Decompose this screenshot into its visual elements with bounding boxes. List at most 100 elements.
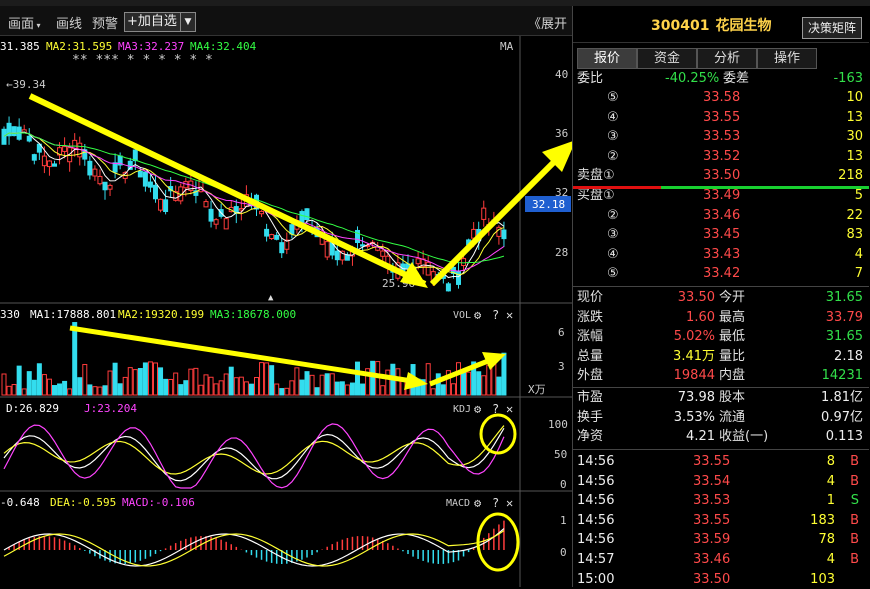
candle-body bbox=[344, 254, 350, 261]
weicha-label: 委差 bbox=[723, 71, 750, 86]
stat-value-2: 33.79 bbox=[825, 309, 863, 325]
candle-body bbox=[279, 242, 285, 254]
volume-bar bbox=[203, 374, 209, 396]
fund-value: 4.21 bbox=[686, 429, 715, 445]
fund-label-2: 收益(一) bbox=[719, 429, 769, 445]
candle-body bbox=[259, 210, 265, 215]
stat-row: 现价 33.50 今开 31.65 bbox=[573, 288, 869, 307]
volume-bar bbox=[198, 384, 204, 396]
macd-line bbox=[3, 528, 505, 567]
vol-ma3: MA3:18678.000 bbox=[210, 308, 296, 321]
macd-dif: -0.648 bbox=[0, 496, 40, 509]
kdj-tick-0: 0 bbox=[560, 478, 567, 491]
vol-ma2: MA2:19320.199 bbox=[118, 308, 204, 321]
buy-level-label: ④ bbox=[607, 246, 619, 262]
tab-quote[interactable]: 报价 bbox=[577, 48, 637, 69]
volume-bar bbox=[476, 371, 482, 396]
volume-bar bbox=[122, 376, 128, 396]
huamian-menu[interactable]: 画面 ▾ bbox=[8, 13, 41, 32]
fund-value-2: 1.81亿 bbox=[821, 390, 863, 405]
sell-volume: 30 bbox=[846, 129, 863, 145]
sell-price: 33.52 bbox=[703, 148, 741, 164]
add-watchlist-dropdown[interactable]: ▼ bbox=[180, 12, 196, 32]
tick-volume: 4 bbox=[826, 552, 835, 567]
volume-bar bbox=[168, 378, 174, 396]
tab-operation[interactable]: 操作 bbox=[757, 48, 817, 69]
buy-row: ④ 33.43 4 bbox=[573, 245, 869, 264]
expand-button[interactable]: 《展开 bbox=[528, 13, 567, 32]
volume-bar bbox=[309, 374, 315, 396]
candle-body bbox=[1, 128, 7, 145]
weibi-value: -40.25% bbox=[665, 71, 720, 86]
volume-bar bbox=[279, 388, 285, 396]
volume-bar bbox=[36, 363, 42, 396]
tick-volume: 103 bbox=[810, 571, 835, 587]
buy-row: ② 33.46 22 bbox=[573, 206, 869, 225]
volume-bar bbox=[238, 376, 244, 396]
volume-bar bbox=[370, 360, 376, 396]
sell-volume: 13 bbox=[846, 148, 863, 164]
vol-panel-icons: ⚙ ? ✕ bbox=[474, 308, 513, 322]
volume-bar bbox=[77, 377, 83, 396]
sell-level-label: ④ bbox=[607, 109, 619, 125]
kdj-help-icon[interactable]: ? bbox=[492, 402, 499, 416]
kdj-highlight-circle bbox=[479, 413, 517, 455]
fund-label: 换手 bbox=[577, 409, 604, 425]
macd-help-icon[interactable]: ? bbox=[492, 496, 499, 510]
volume-bar bbox=[259, 362, 265, 396]
add-watchlist-button[interactable]: +加自选 bbox=[124, 12, 182, 32]
candle-body bbox=[142, 171, 148, 187]
tick-time: 14:56 bbox=[577, 454, 615, 469]
buy-price: 33.43 bbox=[703, 246, 741, 262]
macd-settings-icon[interactable]: ⚙ bbox=[474, 496, 482, 510]
stat-value: 33.50 bbox=[677, 290, 715, 305]
charts-svg[interactable]: 31.385 MA2:31.595 MA3:32.237 MA4:32.404 … bbox=[0, 36, 572, 587]
candle-body bbox=[324, 241, 330, 258]
candle-body bbox=[52, 163, 57, 167]
candle-body bbox=[213, 219, 219, 225]
fund-label-2: 股本 bbox=[719, 390, 746, 405]
huaxian-button[interactable]: 画线 bbox=[56, 13, 82, 32]
kdj-line bbox=[3, 423, 505, 489]
volume-bar bbox=[501, 352, 507, 396]
yujing-button[interactable]: 预警 bbox=[92, 13, 118, 32]
vol-close-icon[interactable]: ✕ bbox=[506, 308, 513, 322]
fund-label-2: 流通 bbox=[719, 409, 746, 425]
volume-bar bbox=[324, 373, 330, 396]
vol-settings-icon[interactable]: ⚙ bbox=[474, 308, 482, 322]
buy-price: 33.42 bbox=[703, 266, 741, 282]
kdj-lines bbox=[3, 423, 505, 489]
candle-body bbox=[481, 207, 487, 220]
volume-bar bbox=[248, 383, 254, 396]
volume-bar bbox=[52, 385, 57, 396]
tick-time: 14:56 bbox=[577, 473, 615, 489]
stock-name: 花园生物 bbox=[715, 18, 772, 34]
y-tick-28: 28 bbox=[555, 246, 568, 259]
tab-analysis[interactable]: 分析 bbox=[697, 48, 757, 69]
stat-label: 现价 bbox=[577, 290, 604, 305]
volume-bar bbox=[254, 377, 259, 396]
macd-close-icon[interactable]: ✕ bbox=[506, 496, 513, 510]
volume-bar bbox=[218, 380, 224, 396]
buy-row: ⑤ 33.42 7 bbox=[573, 264, 869, 283]
sell-row: 卖盘① 33.50 218 bbox=[573, 166, 869, 185]
kdj-settings-icon[interactable]: ⚙ bbox=[474, 402, 482, 416]
volume-bar bbox=[450, 383, 456, 396]
volume-bar bbox=[223, 373, 229, 396]
volume-bar bbox=[299, 379, 305, 396]
tick-row: 15:00 33.50 103 bbox=[573, 570, 869, 589]
high-price-label: ←39.34 bbox=[6, 78, 46, 91]
vol-help-icon[interactable]: ? bbox=[492, 308, 499, 322]
decision-matrix-button[interactable]: 决策矩阵 bbox=[802, 17, 862, 39]
volume-bar bbox=[496, 376, 502, 396]
stat-label-2: 最高 bbox=[719, 309, 746, 325]
stat-row: 外盘 19844 内盘 14231 bbox=[573, 366, 869, 385]
kdj-close-icon[interactable]: ✕ bbox=[506, 402, 513, 416]
tab-funds[interactable]: 资金 bbox=[637, 48, 697, 69]
candle-body bbox=[147, 181, 153, 188]
tick-price: 33.46 bbox=[693, 552, 731, 567]
macd-tick-0: 0 bbox=[560, 546, 567, 559]
fund-value: 3.53% bbox=[673, 409, 715, 425]
volume-bar bbox=[395, 368, 401, 396]
tick-price: 33.55 bbox=[693, 454, 731, 469]
